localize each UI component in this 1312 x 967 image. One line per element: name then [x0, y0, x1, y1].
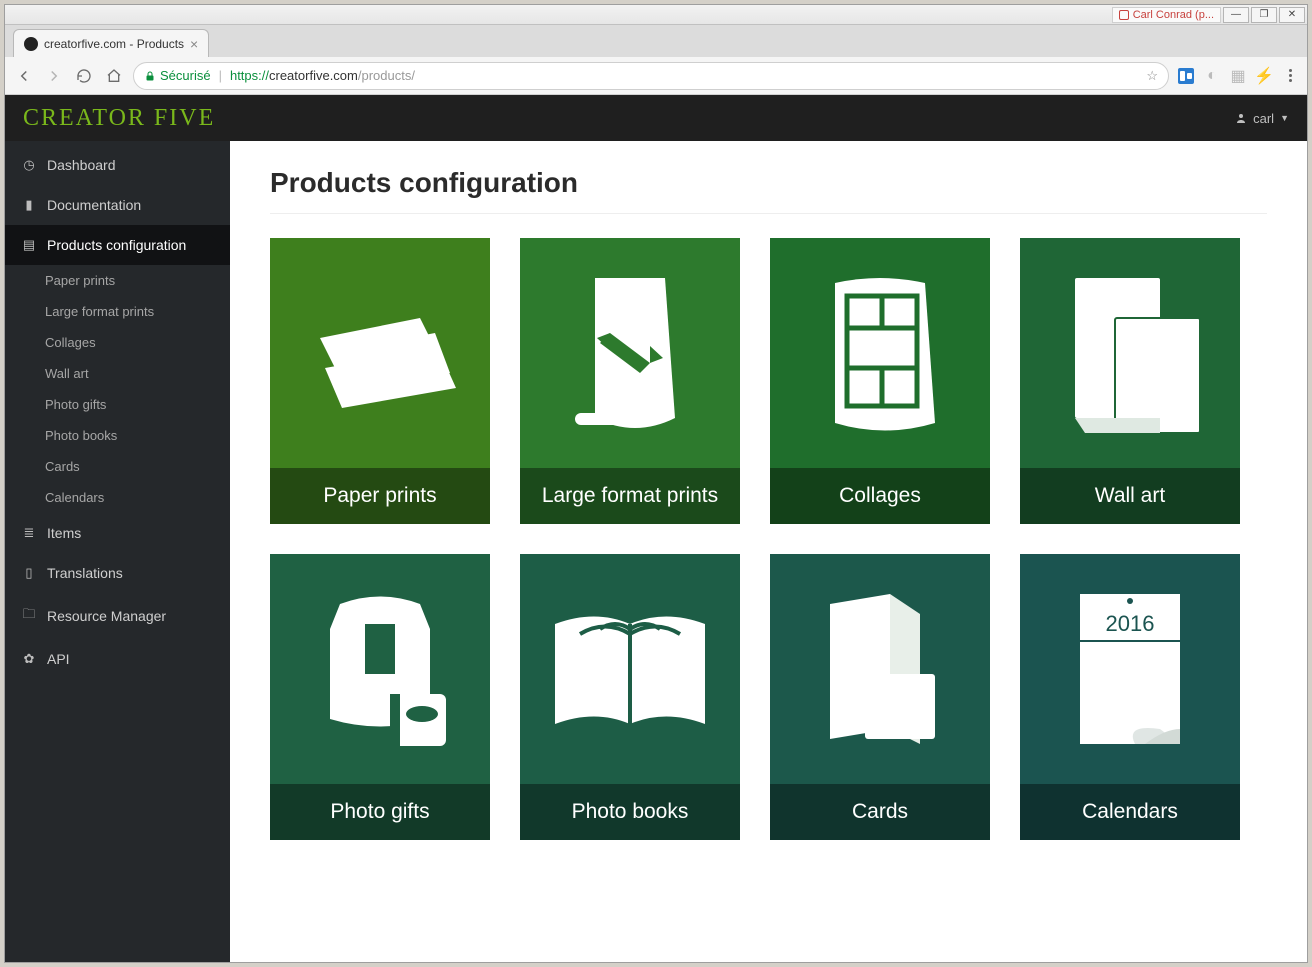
sidebar-sub-wall-art[interactable]: Wall art — [5, 358, 230, 389]
nav-forward-button[interactable] — [43, 65, 65, 87]
bookmark-star-icon[interactable]: ☆ — [1146, 68, 1158, 84]
tile-label: Wall art — [1095, 484, 1165, 508]
sidebar-item-items[interactable]: ≣ Items — [5, 513, 230, 553]
tile-label: Cards — [852, 800, 908, 824]
extension-trello-icon[interactable] — [1177, 67, 1195, 85]
app-root: CREATOR FIVE carl ▼ ◷ Dashboard ▮ Docume… — [5, 95, 1307, 962]
collages-icon — [770, 238, 990, 468]
sidebar-item-label: Translations — [47, 565, 123, 581]
page-title: Products configuration — [270, 167, 1267, 214]
tab-close-icon[interactable]: × — [190, 36, 198, 52]
tile-label: Photo books — [572, 800, 689, 824]
calendar-year: 2016 — [1106, 611, 1155, 636]
os-user-label: Carl Conrad (p... — [1133, 9, 1214, 21]
folder-icon: 🗀 — [21, 605, 37, 627]
browser-menu-button[interactable] — [1281, 67, 1299, 85]
tile-photo-gifts[interactable]: Photo gifts — [270, 554, 490, 840]
nav-home-button[interactable] — [103, 65, 125, 87]
sidebar-item-label: Documentation — [47, 197, 141, 213]
book-icon: ▤ — [21, 237, 37, 253]
calendars-icon: 2016 — [1020, 554, 1240, 784]
nav-reload-button[interactable] — [73, 65, 95, 87]
tile-photo-books[interactable]: Photo books — [520, 554, 740, 840]
browser-tab-title: creatorfive.com - Products — [44, 37, 184, 51]
sidebar-item-label: Resource Manager — [47, 608, 166, 624]
window-close-button[interactable]: ✕ — [1279, 7, 1305, 23]
tile-paper-prints[interactable]: Paper prints — [270, 238, 490, 524]
browser-tabstrip: creatorfive.com - Products × — [5, 25, 1307, 57]
sidebar-item-documentation[interactable]: ▮ Documentation — [5, 185, 230, 225]
secure-label: Sécurisé — [160, 68, 211, 83]
window-minimize-button[interactable]: — — [1223, 7, 1249, 23]
large-format-prints-icon — [520, 238, 740, 468]
extension-icon[interactable]: ◐ — [1203, 67, 1221, 85]
app-header: CREATOR FIVE carl ▼ — [5, 95, 1307, 141]
tile-wall-art[interactable]: Wall art — [1020, 238, 1240, 524]
photo-books-icon — [520, 554, 740, 784]
sidebar-item-label: Dashboard — [47, 157, 116, 173]
tile-label: Large format prints — [542, 484, 718, 508]
sidebar-item-api[interactable]: ✿ API — [5, 639, 230, 679]
extension-icon[interactable]: ▦ — [1229, 67, 1247, 85]
sidebar-sub-photo-books[interactable]: Photo books — [5, 420, 230, 451]
sidebar-sub-calendars[interactable]: Calendars — [5, 482, 230, 513]
user-icon — [1235, 112, 1247, 124]
favicon-icon — [24, 37, 38, 51]
sidebar-sub-collages[interactable]: Collages — [5, 327, 230, 358]
window-maximize-button[interactable]: ❐ — [1251, 7, 1277, 23]
tile-label: Photo gifts — [330, 800, 429, 824]
tile-collages[interactable]: Collages — [770, 238, 990, 524]
gauge-icon: ◷ — [21, 157, 37, 173]
nav-back-button[interactable] — [13, 65, 35, 87]
extension-icon[interactable]: ⚡ — [1255, 67, 1273, 85]
cards-icon — [770, 554, 990, 784]
parentheses-icon — [1119, 10, 1129, 20]
sidebar-sub-paper-prints[interactable]: Paper prints — [5, 265, 230, 296]
paper-prints-icon — [270, 238, 490, 468]
tile-large-format-prints[interactable]: Large format prints — [520, 238, 740, 524]
tile-label: Calendars — [1082, 800, 1178, 824]
sidebar-sub-photo-gifts[interactable]: Photo gifts — [5, 389, 230, 420]
browser-toolbar: Sécurisé | https://creatorfive.com/produ… — [5, 57, 1307, 95]
wall-art-icon — [1020, 238, 1240, 468]
sidebar: ◷ Dashboard ▮ Documentation ▤ Products c… — [5, 141, 230, 962]
doc-icon: ▯ — [21, 565, 37, 581]
os-titlebar: Carl Conrad (p... — ❐ ✕ — [5, 5, 1307, 25]
sidebar-item-label: Products configuration — [47, 237, 186, 253]
os-user-chip[interactable]: Carl Conrad (p... — [1112, 7, 1221, 23]
photo-gifts-icon — [270, 554, 490, 784]
chevron-down-icon: ▼ — [1280, 113, 1289, 123]
sidebar-item-products-configuration[interactable]: ▤ Products configuration — [5, 225, 230, 265]
url-path: /products/ — [358, 68, 415, 83]
url-host: creatorfive.com — [269, 68, 358, 83]
file-icon: ▮ — [21, 197, 37, 213]
user-name: carl — [1253, 111, 1274, 126]
os-window: Carl Conrad (p... — ❐ ✕ creatorfive.com … — [4, 4, 1308, 963]
tile-cards[interactable]: Cards — [770, 554, 990, 840]
lock-icon: Sécurisé — [144, 68, 211, 83]
tile-label: Paper prints — [323, 484, 436, 508]
browser-tab[interactable]: creatorfive.com - Products × — [13, 29, 209, 57]
content-area: Products configuration Paper prints — [230, 141, 1307, 962]
gear-icon: ✿ — [21, 651, 37, 667]
sidebar-item-label: Items — [47, 525, 81, 541]
url-protocol: https:// — [230, 68, 269, 83]
sidebar-item-dashboard[interactable]: ◷ Dashboard — [5, 145, 230, 185]
sidebar-item-resource-manager[interactable]: 🗀 Resource Manager — [5, 593, 230, 639]
tile-calendars[interactable]: 2016 Calendars — [1020, 554, 1240, 840]
sidebar-sub-cards[interactable]: Cards — [5, 451, 230, 482]
tile-label: Collages — [839, 484, 921, 508]
user-menu[interactable]: carl ▼ — [1235, 111, 1289, 126]
list-icon: ≣ — [21, 525, 37, 541]
sidebar-item-label: API — [47, 651, 70, 667]
tile-grid: Paper prints Large format prints — [270, 238, 1267, 840]
sidebar-sub-large-format-prints[interactable]: Large format prints — [5, 296, 230, 327]
brand-logo[interactable]: CREATOR FIVE — [23, 105, 215, 132]
address-bar[interactable]: Sécurisé | https://creatorfive.com/produ… — [133, 62, 1169, 90]
app-body: ◷ Dashboard ▮ Documentation ▤ Products c… — [5, 141, 1307, 962]
sidebar-item-translations[interactable]: ▯ Translations — [5, 553, 230, 593]
